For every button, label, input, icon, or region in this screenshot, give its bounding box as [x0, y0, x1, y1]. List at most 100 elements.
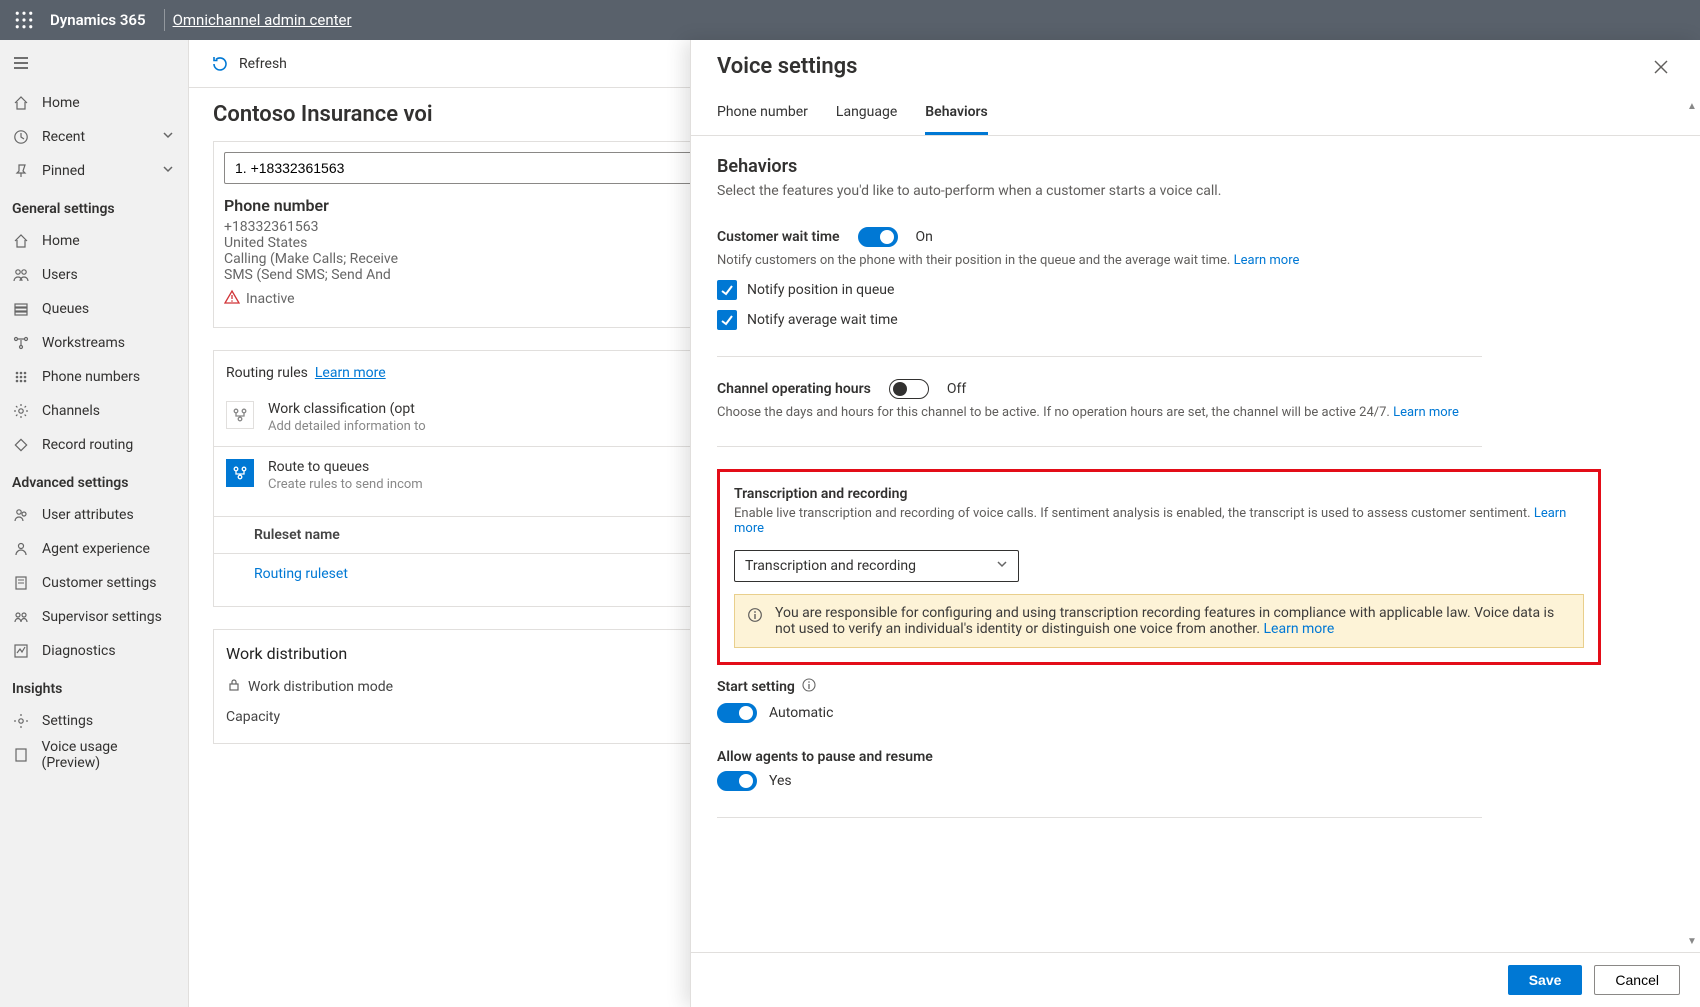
sidebar-label: Users — [42, 267, 78, 283]
banner-text: You are responsible for configuring and … — [775, 605, 1554, 637]
sidebar-item-phone-numbers[interactable]: Phone numbers — [0, 360, 188, 394]
person-icon — [12, 541, 30, 557]
transcription-highlight-box: Transcription and recording Enable live … — [717, 469, 1601, 665]
home-icon — [12, 95, 30, 111]
diamond-icon — [12, 437, 30, 453]
chevron-down-icon — [160, 127, 176, 147]
sidebar-item-users[interactable]: Users — [0, 258, 188, 292]
hours-label: Channel operating hours — [717, 381, 871, 397]
behaviors-heading: Behaviors — [717, 156, 1674, 177]
sidebar-item-channels[interactable]: Channels — [0, 394, 188, 428]
wait-desc: Notify customers on the phone with their… — [717, 253, 1230, 268]
scroll-down-icon[interactable]: ▼ — [1686, 935, 1698, 947]
work-classification-tile[interactable] — [226, 401, 254, 429]
sidebar-label: Pinned — [42, 163, 85, 179]
check-icon — [719, 282, 735, 298]
brand-name: Dynamics 365 — [40, 11, 156, 29]
transcription-desc: Enable live transcription and recording … — [734, 506, 1531, 521]
refresh-button[interactable]: Refresh — [239, 56, 287, 72]
routing-learn-link[interactable]: Learn more — [315, 365, 386, 381]
operating-hours-setting: Channel operating hours Off Choose the d… — [717, 379, 1674, 420]
sidebar-item-settings[interactable]: Settings — [0, 704, 188, 738]
flyout-scrollbar[interactable]: ▲ ▼ — [1686, 100, 1698, 947]
chevron-down-icon — [994, 556, 1010, 576]
tab-behaviors[interactable]: Behaviors — [925, 104, 987, 135]
start-toggle[interactable] — [717, 703, 757, 723]
transcription-select[interactable]: Transcription and recording — [734, 550, 1019, 582]
sidebar-label: Settings — [42, 713, 93, 729]
save-button[interactable]: Save — [1508, 965, 1583, 995]
home-icon — [12, 233, 30, 249]
select-value: Transcription and recording — [745, 558, 916, 574]
tab-phone-number[interactable]: Phone number — [717, 104, 808, 135]
voice-settings-flyout: Voice settings Phone number Language Beh… — [690, 40, 1700, 1007]
check-avg-wait[interactable] — [717, 310, 737, 330]
start-label: Start setting — [717, 679, 795, 695]
sidebar-label: Home — [42, 233, 80, 249]
info-icon[interactable] — [801, 677, 817, 697]
cancel-button[interactable]: Cancel — [1594, 965, 1680, 995]
sidebar-label: Voice usage (Preview) — [42, 739, 176, 771]
breadcrumb-link[interactable]: Omnichannel admin center — [173, 11, 352, 29]
pause-toggle[interactable] — [717, 771, 757, 791]
behaviors-desc: Select the features you'd like to auto-p… — [717, 183, 1674, 199]
routing-head: Routing rules — [226, 365, 308, 381]
start-setting: Start setting Automatic — [717, 677, 1674, 723]
sidebar-label: Diagnostics — [42, 643, 116, 659]
sidebar-item-supervisor-settings[interactable]: Supervisor settings — [0, 600, 188, 634]
gear-icon — [12, 403, 30, 419]
doc-icon — [12, 575, 30, 591]
waffle-icon — [15, 11, 33, 29]
tab-language[interactable]: Language — [836, 104, 897, 135]
flyout-title: Voice settings — [717, 54, 858, 79]
separator — [717, 356, 1482, 357]
route-to-queues-title: Route to queues — [268, 459, 423, 475]
chart-icon — [12, 643, 30, 659]
sidebar-toggle[interactable] — [0, 48, 188, 86]
wait-state: On — [916, 229, 933, 245]
sidebar-item-customer-settings[interactable]: Customer settings — [0, 566, 188, 600]
sidebar-item-voice-usage[interactable]: Voice usage (Preview) — [0, 738, 188, 772]
scroll-up-icon[interactable]: ▲ — [1686, 100, 1698, 112]
flow-icon — [12, 335, 30, 351]
sidebar-item-home-top[interactable]: Home — [0, 86, 188, 120]
topbar-divider — [164, 9, 165, 31]
sidebar-item-pinned[interactable]: Pinned — [0, 154, 188, 188]
hours-state: Off — [947, 381, 966, 397]
sidebar-label: Queues — [42, 301, 89, 317]
transcription-info-banner: You are responsible for configuring and … — [734, 594, 1584, 648]
transcription-label: Transcription and recording — [734, 486, 1584, 502]
team-icon — [12, 609, 30, 625]
check-position-label: Notify position in queue — [747, 282, 894, 298]
work-classification-title: Work classification (opt — [268, 401, 426, 417]
hamburger-icon — [12, 54, 30, 72]
sidebar: Home Recent Pinned General settings Home… — [0, 40, 189, 1007]
topbar: Dynamics 365 Omnichannel admin center — [0, 0, 1700, 40]
sidebar-item-recent[interactable]: Recent — [0, 120, 188, 154]
chevron-down-icon — [160, 161, 176, 181]
hours-desc: Choose the days and hours for this chann… — [717, 405, 1390, 420]
route-to-queues-tile[interactable] — [226, 459, 254, 487]
lock-icon — [226, 677, 242, 697]
sidebar-label: Customer settings — [42, 575, 156, 591]
wait-learn-link[interactable]: Learn more — [1234, 253, 1300, 268]
wd-capacity-label: Capacity — [226, 709, 280, 725]
close-button[interactable] — [1648, 54, 1674, 84]
hours-learn-link[interactable]: Learn more — [1393, 405, 1459, 420]
sidebar-label: Agent experience — [42, 541, 150, 557]
sidebar-section-advanced: Advanced settings — [0, 468, 188, 498]
banner-learn-link[interactable]: Learn more — [1264, 621, 1335, 637]
sidebar-item-agent-experience[interactable]: Agent experience — [0, 532, 188, 566]
check-position-queue[interactable] — [717, 280, 737, 300]
sidebar-item-home[interactable]: Home — [0, 224, 188, 258]
app-launcher-button[interactable] — [8, 0, 40, 40]
sidebar-item-queues[interactable]: Queues — [0, 292, 188, 326]
separator — [717, 446, 1482, 447]
sidebar-item-workstreams[interactable]: Workstreams — [0, 326, 188, 360]
sidebar-item-user-attributes[interactable]: User attributes — [0, 498, 188, 532]
sidebar-item-record-routing[interactable]: Record routing — [0, 428, 188, 462]
wait-toggle[interactable] — [858, 227, 898, 247]
branch-icon — [232, 465, 248, 481]
sidebar-item-diagnostics[interactable]: Diagnostics — [0, 634, 188, 668]
hours-toggle[interactable] — [889, 379, 929, 399]
